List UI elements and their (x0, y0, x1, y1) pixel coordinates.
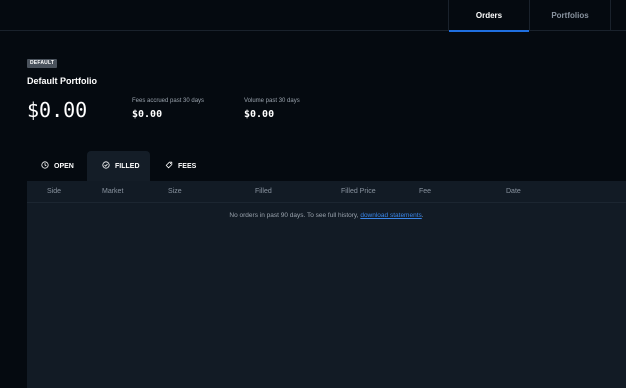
clock-icon (41, 161, 49, 171)
tag-icon (165, 161, 173, 171)
empty-state-message: No orders in past 90 days. To see full h… (27, 212, 626, 219)
volume-value: $0.00 (244, 109, 275, 120)
column-side[interactable]: Side (47, 181, 61, 203)
column-filled-price[interactable]: Filled Price (341, 181, 376, 203)
orders-panel: Side Market Size Filled Filled Price Fee… (27, 181, 626, 388)
order-tabs: OPEN FILLED FEES (27, 151, 208, 181)
tab-filled-label: FILLED (115, 162, 140, 170)
portfolio-title: Default Portfolio (27, 76, 97, 86)
tab-orders[interactable]: Orders (448, 0, 529, 32)
column-fee[interactable]: Fee (419, 181, 431, 203)
fees-accrued-value: $0.00 (132, 109, 163, 120)
tab-open-label: OPEN (54, 162, 74, 170)
table-header: Side Market Size Filled Filled Price Fee… (27, 181, 626, 203)
tab-fees[interactable]: FEES (150, 151, 208, 181)
tab-open[interactable]: OPEN (27, 151, 87, 181)
empty-state-end: . (421, 212, 424, 219)
top-navigation: Orders Portfolios (0, 0, 626, 32)
tab-portfolios[interactable]: Portfolios (529, 0, 611, 31)
fees-accrued-label: Fees accrued past 30 days (132, 98, 205, 104)
volume-label: Volume past 30 days (244, 98, 300, 104)
column-market[interactable]: Market (102, 181, 123, 203)
portfolio-balance: $0.00 (27, 98, 88, 122)
column-filled[interactable]: Filled (255, 181, 272, 203)
column-date[interactable]: Date (506, 181, 521, 203)
default-badge: DEFAULT (27, 59, 58, 68)
download-statements-link[interactable]: download statements (360, 212, 421, 219)
tab-fees-label: FEES (178, 162, 197, 170)
tab-filled[interactable]: FILLED (87, 151, 150, 181)
column-size[interactable]: Size (168, 181, 182, 203)
empty-state-text: No orders in past 90 days. To see full h… (229, 212, 361, 219)
check-circle-icon (102, 161, 110, 171)
